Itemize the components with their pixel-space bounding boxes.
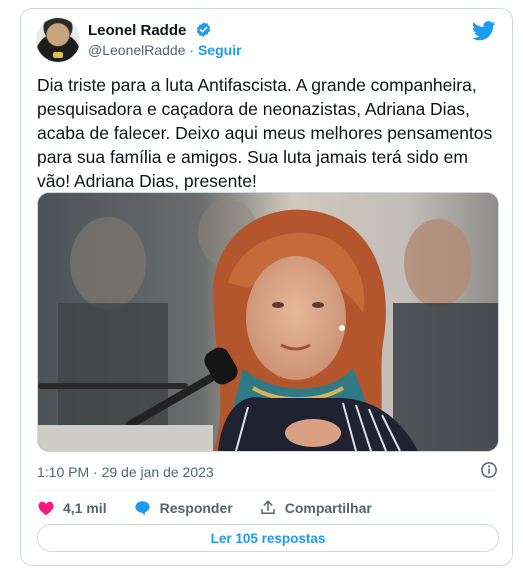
tweet-card: Leonel Radde @LeonelRadde · Seguir Dia t… [20,8,513,566]
tweet-photo[interactable] [37,192,499,452]
like-count: 4,1 mil [63,500,107,516]
handle-row: @LeonelRadde · Seguir [88,42,242,58]
action-bar: 4,1 mil Responder Compartilhar [37,497,398,519]
twitter-bird-icon[interactable] [471,21,496,46]
author-name[interactable]: Leonel Radde [88,22,186,39]
divider [37,490,496,491]
tweet-text: Dia triste para a luta Antifascista. A g… [37,75,493,191]
author-handle[interactable]: @LeonelRadde [88,42,186,58]
follow-link[interactable]: Seguir [198,42,242,58]
like-button[interactable]: 4,1 mil [37,499,107,517]
share-button[interactable]: Compartilhar [259,499,372,517]
share-label: Compartilhar [284,500,372,516]
tweet-timestamp[interactable]: 1:10 PM · 29 de jan de 2023 [37,464,214,480]
reply-button[interactable]: Responder [133,499,233,517]
photo-illustration [38,193,498,451]
avatar-shirt-mark [53,52,63,58]
heart-icon [38,501,54,516]
author-name-row[interactable]: Leonel Radde [88,21,212,42]
read-replies-label: Ler 105 respostas [210,530,326,546]
avatar[interactable] [36,18,80,62]
share-icon [260,500,275,514]
info-icon[interactable] [480,461,498,484]
reply-bubble-icon [134,501,150,516]
read-replies-button[interactable]: Ler 105 respostas [37,524,499,552]
verified-badge-icon [195,21,212,42]
reply-label: Responder [159,500,233,516]
handle-separator: · [189,42,195,58]
